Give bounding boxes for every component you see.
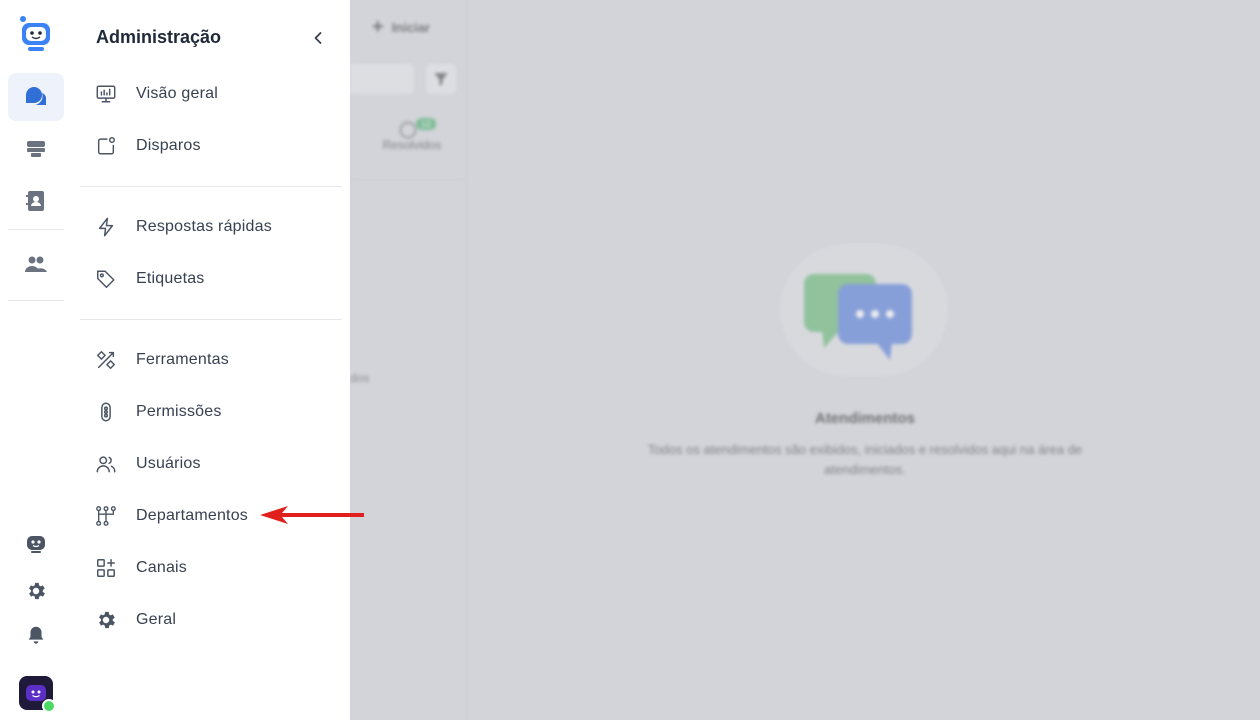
online-status-dot [42, 699, 56, 713]
empty-state-title: Atendimentos [814, 410, 915, 427]
team-icon [25, 256, 47, 272]
tab-resolved-label: Resolvidos [382, 138, 442, 152]
rail-notifications[interactable] [8, 611, 64, 659]
panel-divider [80, 186, 342, 187]
rail-settings[interactable] [8, 567, 64, 615]
start-conversation-button[interactable]: + Iniciar [372, 16, 430, 39]
empty-state-illustration [780, 244, 948, 376]
rail-team[interactable] [8, 240, 64, 288]
divider [350, 179, 466, 180]
menu-item-general[interactable]: Geral [80, 598, 342, 642]
menu-item-users[interactable]: Usuários [80, 442, 342, 486]
apps-add-icon [95, 557, 135, 579]
menu-item-tags[interactable]: Etiquetas [80, 257, 342, 301]
menu-item-label: Permissões [136, 403, 222, 420]
start-conversation-label: Iniciar [391, 20, 430, 35]
menu-item-label: Canais [136, 559, 188, 576]
menu-item-channels[interactable]: Canais [80, 546, 342, 590]
menu-item-quick-replies[interactable]: Respostas rápidas [80, 205, 342, 249]
app-logo[interactable] [8, 10, 64, 58]
lightning-icon [95, 216, 135, 238]
menu-item-label: Usuários [136, 455, 201, 472]
org-chart-icon [95, 505, 135, 527]
menu-item-permissions[interactable]: Permissões [80, 390, 342, 434]
menu-item-departments[interactable]: Departamentos [80, 494, 342, 538]
panel-title: Administração [96, 27, 222, 47]
menu-item-overview[interactable]: Visão geral [80, 72, 342, 116]
menu-item-label: Etiquetas [136, 270, 205, 287]
main-rail [0, 0, 73, 720]
menu-item-label: Disparos [136, 137, 201, 154]
tools-icon [95, 349, 135, 371]
empty-state-description: Todos os atendimentos são exibidos, inic… [647, 442, 1083, 477]
admin-panel: Administração Visão geral Disparos Respo [72, 0, 350, 720]
collapse-panel-button[interactable] [306, 26, 330, 50]
check-circle-icon [399, 121, 417, 139]
toggle-vertical-icon [95, 401, 135, 423]
settings-gear-icon [29, 582, 45, 600]
plus-icon: + [372, 16, 384, 38]
gear-icon [95, 609, 135, 631]
users-icon [95, 453, 135, 475]
chevron-left-icon [314, 32, 322, 44]
rail-divider [8, 300, 64, 301]
conversations-background: + Iniciar 12 Resolvidos dos Atendimentos… [350, 0, 1260, 720]
tag-icon [95, 268, 135, 290]
menu-item-broadcasts[interactable]: Disparos [80, 124, 342, 168]
monitor-chart-icon [95, 83, 135, 105]
bot-icon [27, 536, 45, 553]
tab-resolved[interactable]: 12 Resolvidos [372, 118, 452, 152]
filter-button[interactable] [426, 64, 456, 94]
filter-icon [434, 73, 448, 86]
conversation-list-column: + Iniciar 12 Resolvidos dos [350, 0, 467, 720]
menu-item-label: Visão geral [136, 85, 218, 102]
rail-divider [8, 229, 64, 230]
rail-inbox[interactable] [8, 125, 64, 173]
user-avatar [19, 676, 56, 713]
rail-conversations[interactable] [8, 73, 64, 121]
menu-item-label: Ferramentas [136, 351, 229, 368]
menu-item-label: Departamentos [136, 507, 248, 524]
menu-item-tools[interactable]: Ferramentas [80, 338, 342, 382]
bell-icon [28, 626, 44, 644]
rail-contacts[interactable] [8, 177, 64, 225]
resolved-count-badge: 12 [416, 118, 437, 130]
list-empty-fragment: dos [350, 371, 370, 385]
menu-item-label: Respostas rápidas [136, 218, 272, 235]
panel-divider [80, 319, 342, 320]
rail-bot[interactable] [8, 519, 64, 567]
robot-logo-icon [20, 16, 50, 51]
conversation-search-input[interactable] [350, 64, 414, 94]
chat-bubbles-icon [26, 87, 46, 105]
rail-profile[interactable] [8, 669, 64, 717]
contacts-book-icon [26, 191, 44, 211]
menu-item-label: Geral [136, 611, 177, 628]
broadcast-square-icon [95, 135, 135, 157]
inbox-icon [27, 141, 45, 157]
